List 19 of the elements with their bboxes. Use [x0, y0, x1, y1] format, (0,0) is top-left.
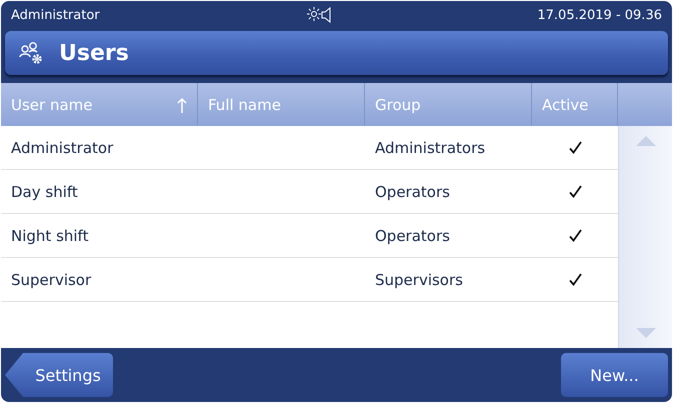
table-cell[interactable]: Operators — [365, 170, 532, 213]
screen-title: Users — [59, 40, 129, 66]
table-cell[interactable]: Supervisors — [365, 258, 532, 301]
date-time: 17.05.2019 - 09.36 — [537, 8, 662, 22]
back-button[interactable]: Settings — [5, 353, 113, 397]
user-name: Administrator — [11, 8, 100, 22]
scroll-bar[interactable] — [618, 126, 672, 348]
new-button[interactable]: New... — [561, 353, 668, 397]
table-cell[interactable]: Day shift — [1, 170, 198, 213]
scroll-up-icon[interactable] — [636, 136, 656, 146]
column-header — [618, 83, 672, 126]
table-cell[interactable]: Administrator — [1, 126, 198, 169]
table-cell[interactable]: Operators — [365, 214, 532, 257]
table-cell[interactable]: Administrators — [365, 126, 532, 169]
table-cell[interactable]: Night shift — [1, 214, 198, 257]
speaker-icon — [320, 7, 330, 23]
table-cell[interactable]: Supervisor — [1, 258, 198, 301]
scroll-down-icon[interactable] — [636, 328, 656, 338]
brightness-icon — [306, 7, 320, 21]
